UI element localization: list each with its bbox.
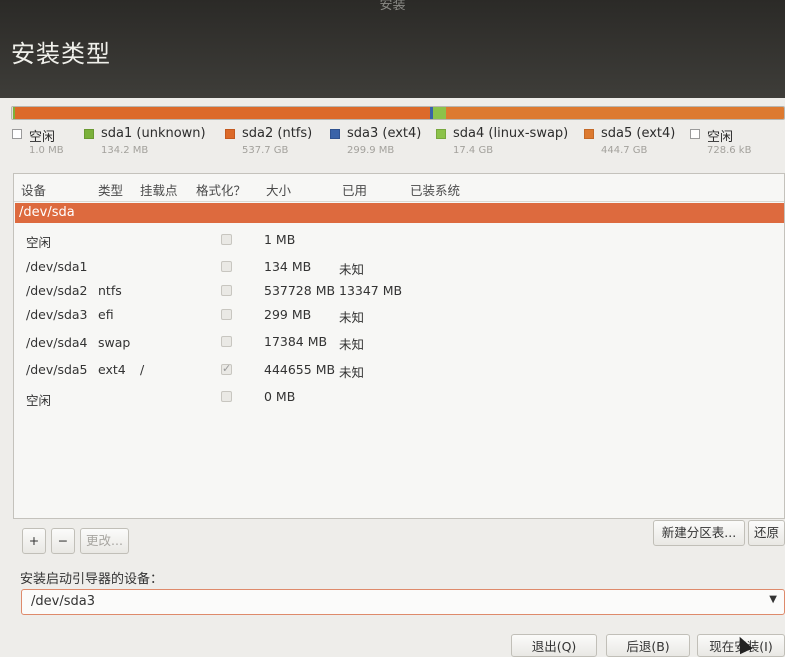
row-used: 未知 <box>339 310 365 325</box>
partition-bar <box>11 106 785 120</box>
page-title: 安装类型 <box>11 40 111 68</box>
remove-partition-button[interactable]: − <box>51 528 75 554</box>
row-device: 空闲 <box>26 235 52 250</box>
legend-name: sda3 (ext4) <box>347 126 422 141</box>
partition-segment-sda4 <box>433 107 447 119</box>
table-row-selected[interactable]: /dev/sda <box>15 203 784 223</box>
legend-swatch-sda5 <box>584 129 594 139</box>
format-checkbox-checked[interactable] <box>221 362 232 375</box>
partition-table[interactable]: 设备 类型 挂载点 格式化？ 大小 已用 已装系统 /dev/sda 空闲 1 … <box>13 173 785 519</box>
row-device: 空闲 <box>26 393 52 408</box>
window-title: 安装 <box>379 0 406 13</box>
row-device: /dev/sda4 <box>26 335 88 350</box>
legend-swatch-sda3 <box>330 129 340 139</box>
legend-swatch-sda2 <box>225 129 235 139</box>
column-header-type[interactable]: 类型 <box>98 180 123 199</box>
legend-size: 444.7 GB <box>601 145 648 156</box>
legend-size: 728.6 kB <box>707 145 752 156</box>
format-checkbox[interactable] <box>221 261 232 272</box>
legend-size: 537.7 GB <box>242 145 289 156</box>
row-used: 13347 MB <box>339 283 403 298</box>
legend-name: sda2 (ntfs) <box>242 126 313 141</box>
format-checkbox[interactable] <box>221 285 232 296</box>
legend-swatch-free <box>690 129 700 139</box>
legend-swatch-sda1 <box>84 129 94 139</box>
row-device: /dev/sda2 <box>26 283 88 298</box>
quit-button[interactable]: 退出(Q) <box>511 634 597 657</box>
row-used: 未知 <box>339 337 365 352</box>
legend-name: sda1 (unknown) <box>101 126 206 141</box>
legend-name: sda4 (linux-swap) <box>453 126 569 141</box>
installer-content: 空闲 1.0 MB sda1 (unknown) 134.2 MB sda2 (… <box>0 98 785 657</box>
column-header-format[interactable]: 格式化？ <box>196 180 246 199</box>
row-type: swap <box>98 335 131 350</box>
row-size: 134 MB <box>264 259 312 274</box>
format-checkbox[interactable] <box>221 336 232 347</box>
boot-loader-value: /dev/sda3 <box>31 594 95 609</box>
row-size: 444655 MB <box>264 362 336 377</box>
boot-loader-select[interactable]: /dev/sda3 ▼ <box>21 589 785 615</box>
column-header-size[interactable]: 大小 <box>266 180 291 199</box>
title-bar: 安装 安装类型 <box>0 0 785 98</box>
change-partition-button[interactable]: 更改... <box>80 528 129 554</box>
row-mount: / <box>140 362 145 377</box>
legend-size: 134.2 MB <box>101 145 149 156</box>
row-size: 299 MB <box>264 307 312 322</box>
column-header-used[interactable]: 已用 <box>342 180 367 199</box>
legend-size: 299.9 MB <box>347 145 395 156</box>
legend-size: 17.4 GB <box>453 145 494 156</box>
new-partition-table-button[interactable]: 新建分区表... <box>653 520 745 546</box>
row-size: 537728 MB <box>264 283 336 298</box>
row-device: /dev/sda3 <box>26 307 88 322</box>
partition-segment-sda5 <box>446 107 784 119</box>
row-device: /dev/sda5 <box>26 362 88 377</box>
legend-name: 空闲 <box>707 130 734 145</box>
row-used: 未知 <box>339 262 365 277</box>
column-header-device[interactable]: 设备 <box>21 180 46 199</box>
back-button[interactable]: 后退(B) <box>606 634 690 657</box>
column-header-mount[interactable]: 挂载点 <box>140 180 178 199</box>
row-device: /dev/sda1 <box>26 259 88 274</box>
format-checkbox[interactable] <box>221 391 232 402</box>
boot-loader-label: 安装启动引导器的设备： <box>20 572 164 587</box>
dropdown-arrow-icon: ▼ <box>769 594 777 605</box>
legend-swatch-sda4 <box>436 129 446 139</box>
row-type: efi <box>98 307 114 322</box>
row-size: 0 MB <box>264 389 296 404</box>
column-header-system[interactable]: 已装系统 <box>410 180 460 199</box>
legend-swatch-free <box>12 129 22 139</box>
legend-name: 空闲 <box>29 130 56 145</box>
row-used: 未知 <box>339 365 365 380</box>
format-checkbox[interactable] <box>221 234 232 245</box>
row-size: 17384 MB <box>264 334 328 349</box>
revert-button[interactable]: 还原 <box>748 520 785 546</box>
legend-size: 1.0 MB <box>29 145 64 156</box>
format-checkbox[interactable] <box>221 309 232 320</box>
partition-segment-sda2 <box>15 107 431 119</box>
header-divider <box>14 201 784 202</box>
add-partition-button[interactable]: + <box>22 528 46 554</box>
row-type: ntfs <box>98 283 122 298</box>
legend-name: sda5 (ext4) <box>601 126 676 141</box>
row-size: 1 MB <box>264 232 296 247</box>
device-name: /dev/sda <box>19 205 75 220</box>
row-type: ext4 <box>98 362 126 377</box>
